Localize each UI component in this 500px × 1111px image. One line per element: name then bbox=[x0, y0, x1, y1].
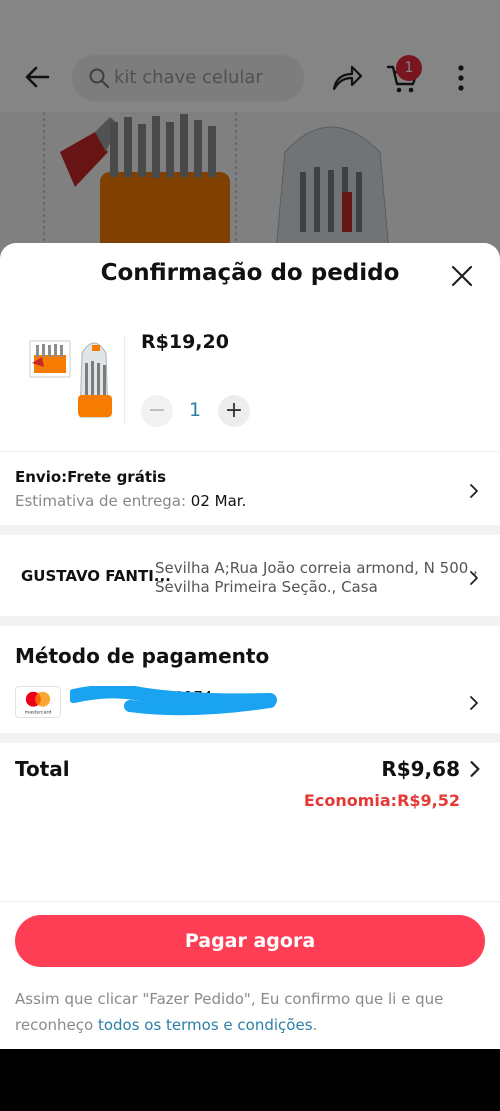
section-gap bbox=[0, 525, 500, 535]
divider bbox=[0, 451, 500, 452]
delivery-estimate-label: Estimativa de entrega: bbox=[15, 492, 186, 510]
savings-amount: Economia:R$9,52 bbox=[303, 791, 460, 810]
close-icon[interactable] bbox=[447, 261, 477, 291]
quantity-value: 1 bbox=[188, 399, 202, 421]
total-label: Total bbox=[15, 757, 70, 781]
product-thumbnail bbox=[22, 333, 120, 421]
terms-link[interactable]: todos os termos e condições bbox=[98, 1016, 313, 1034]
delivery-estimate: Estimativa de entrega: 02 Mar. bbox=[15, 492, 246, 510]
modal-overlay[interactable] bbox=[0, 0, 500, 260]
address-line-1: Sevilha A;Rua João correia armond, N 500… bbox=[155, 559, 478, 577]
shipping-row[interactable]: Envio:Frete grátis Estimativa de entrega… bbox=[0, 453, 500, 525]
payment-method-row[interactable]: Método de pagamento mastercard **** ****… bbox=[0, 626, 500, 732]
divider bbox=[0, 901, 500, 902]
mastercard-logo-icon: mastercard bbox=[15, 686, 61, 718]
terms-end: . bbox=[312, 1016, 318, 1034]
shipping-address-row[interactable]: GUSTAVO FANTI... Sevilha A;Rua João corr… bbox=[0, 535, 500, 615]
quantity-decrease-button[interactable]: − bbox=[141, 395, 173, 427]
delivery-estimate-date: 02 Mar. bbox=[190, 492, 247, 510]
chevron-right-icon bbox=[470, 761, 480, 777]
divider bbox=[124, 335, 125, 425]
order-confirmation-sheet: Confirmação do pedido R$19,20 − 1 + Envi… bbox=[0, 243, 500, 1049]
chevron-right-icon bbox=[470, 484, 478, 498]
card-brand-text: mastercard bbox=[25, 710, 52, 716]
system-navigation-bar bbox=[0, 1049, 500, 1111]
chevron-right-icon bbox=[470, 571, 478, 585]
redaction-scribble bbox=[70, 686, 277, 716]
background-product-page: kit chave celular 1 bbox=[0, 0, 500, 260]
section-gap bbox=[0, 616, 500, 626]
total-row[interactable]: Total R$9,68 Economia:R$9,52 bbox=[0, 743, 500, 823]
pay-now-button[interactable]: Pagar agora bbox=[15, 915, 485, 967]
total-value: R$9,68 bbox=[381, 757, 460, 781]
quantity-increase-button[interactable]: + bbox=[218, 395, 250, 427]
sheet-title: Confirmação do pedido bbox=[100, 260, 400, 286]
terms-notice: Assim que clicar "Fazer Pedido", Eu conf… bbox=[15, 986, 485, 1038]
payment-method-title: Método de pagamento bbox=[15, 644, 270, 668]
product-price: R$19,20 bbox=[141, 331, 229, 353]
chevron-right-icon bbox=[470, 696, 478, 710]
section-gap bbox=[0, 733, 500, 743]
recipient-name: GUSTAVO FANTI... bbox=[21, 567, 171, 585]
shipping-title: Envio:Frete grátis bbox=[15, 468, 167, 486]
address-line-2: Sevilha Primeira Seção., Casa bbox=[155, 578, 378, 596]
